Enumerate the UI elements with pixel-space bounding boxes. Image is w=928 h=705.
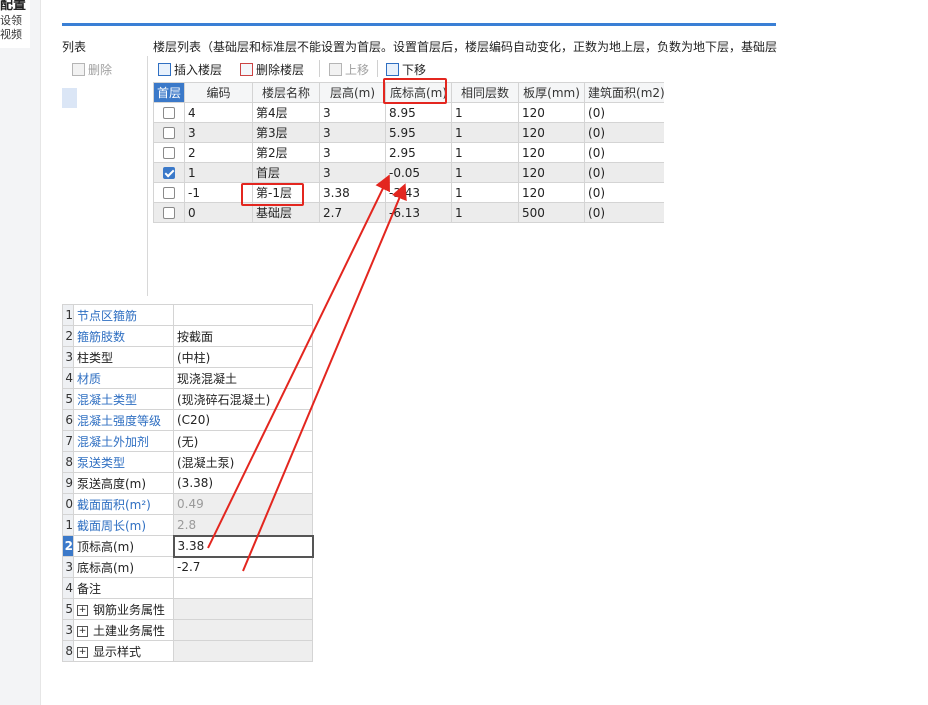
annotation-arrow-2 [242,183,407,572]
annotation-arrows [207,174,407,572]
annotation-arrow-1 [207,174,390,549]
